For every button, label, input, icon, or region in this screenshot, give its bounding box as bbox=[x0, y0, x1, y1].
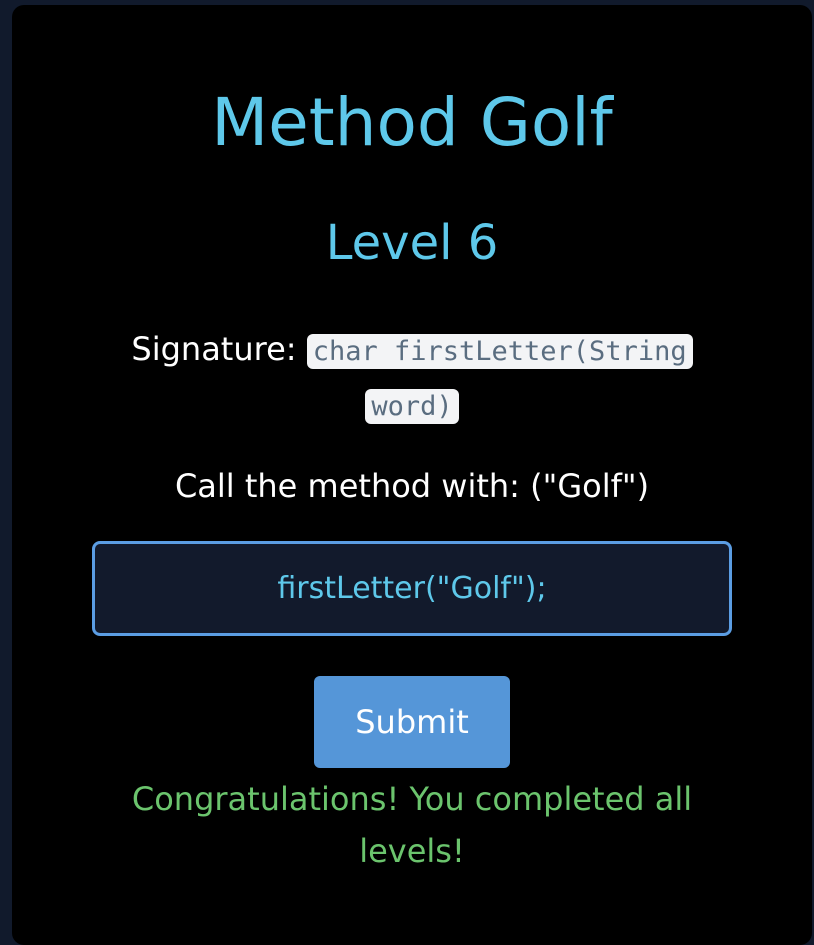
call-instruction: Call the method with: ("Golf") bbox=[174, 467, 650, 505]
game-card: Method Golf Level 6 Signature: char firs… bbox=[12, 5, 812, 945]
signature-label: Signature: bbox=[131, 330, 307, 368]
page-title: Method Golf bbox=[211, 84, 613, 161]
level-heading: Level 6 bbox=[325, 215, 499, 271]
signature-code: char firstLetter(String word) bbox=[306, 334, 693, 424]
submit-button[interactable]: Submit bbox=[314, 676, 510, 768]
success-message: Congratulations! You completed all level… bbox=[131, 780, 693, 870]
answer-input[interactable] bbox=[92, 541, 732, 636]
signature-line: Signature: char firstLetter(String word) bbox=[112, 323, 712, 433]
